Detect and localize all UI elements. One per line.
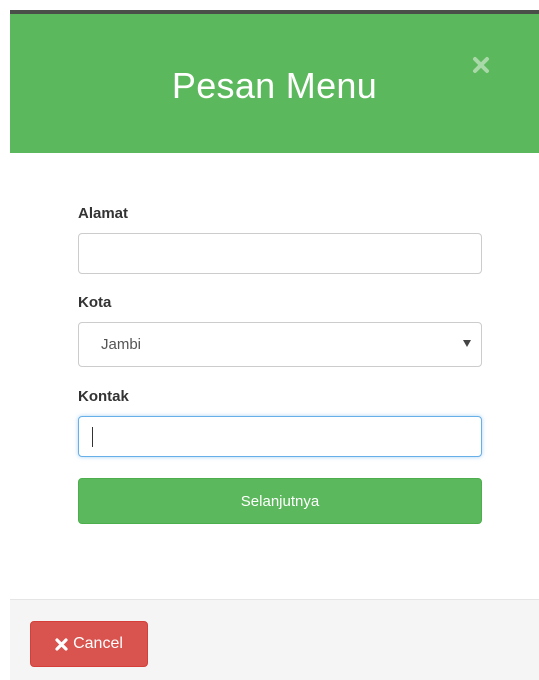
kota-select[interactable]: Jambi xyxy=(78,322,482,367)
next-button[interactable]: Selanjutnya xyxy=(78,478,482,524)
cancel-label: Cancel xyxy=(73,635,123,652)
text-caret xyxy=(92,427,93,447)
kota-selected-value: Jambi xyxy=(101,336,142,353)
kota-label: Kota xyxy=(78,294,112,311)
order-modal: Pesan Menu Alamat Kota Jambi Kontak Sela… xyxy=(10,14,539,680)
order-form: Alamat Kota Jambi Kontak Selanjutnya xyxy=(78,205,482,524)
alamat-input[interactable] xyxy=(78,233,482,274)
close-button[interactable] xyxy=(470,54,492,76)
kontak-input[interactable] xyxy=(78,416,482,457)
modal-header: Pesan Menu xyxy=(10,14,539,153)
cancel-button[interactable]: Cancel xyxy=(30,621,148,667)
dropdown-arrow-icon xyxy=(463,340,471,347)
modal-title: Pesan Menu xyxy=(171,64,378,106)
close-icon xyxy=(473,57,489,73)
kontak-label: Kontak xyxy=(78,388,129,405)
modal-footer: Cancel xyxy=(10,599,539,680)
alamat-label: Alamat xyxy=(78,205,129,222)
close-icon xyxy=(55,637,68,651)
